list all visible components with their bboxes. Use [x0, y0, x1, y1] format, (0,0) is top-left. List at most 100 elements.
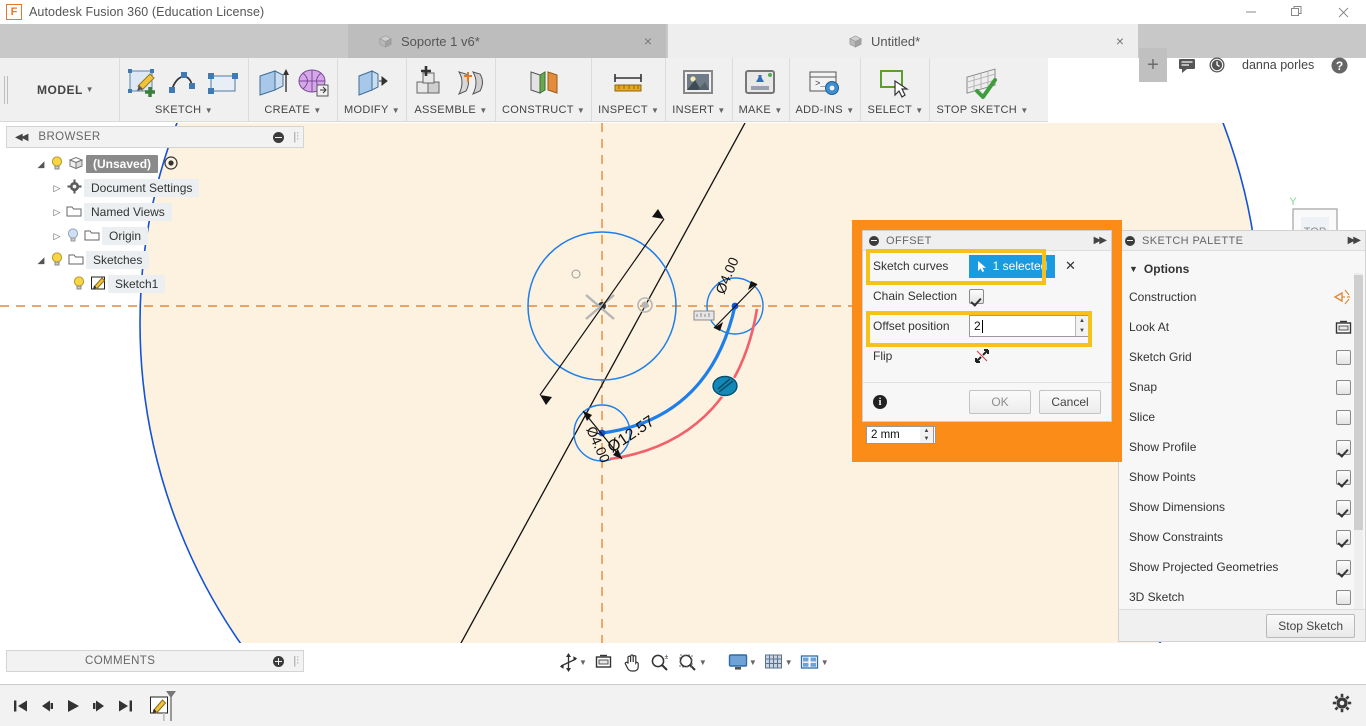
- select-icon[interactable]: [877, 66, 913, 102]
- insert-image-icon[interactable]: [681, 66, 717, 102]
- close-icon[interactable]: [1320, 0, 1366, 24]
- palette-row-slice[interactable]: Slice: [1119, 402, 1365, 432]
- offset-row-flip[interactable]: Flip: [863, 341, 1111, 371]
- info-icon[interactable]: i: [873, 395, 887, 409]
- zoom-button[interactable]: ±: [647, 649, 673, 675]
- ribbon-group-label[interactable]: STOP SKETCH ▼: [936, 104, 1028, 116]
- stop-sketch-button[interactable]: Stop Sketch: [1266, 613, 1355, 638]
- help-icon[interactable]: ?: [1324, 48, 1354, 82]
- panel-grip-icon[interactable]: |⫶: [293, 655, 299, 668]
- new-component-icon[interactable]: [413, 66, 449, 102]
- light-bulb-icon[interactable]: [70, 275, 88, 293]
- viewports-button[interactable]: ▼: [797, 649, 831, 675]
- collapse-arrow-icon[interactable]: ▷: [50, 183, 64, 194]
- minimize-icon[interactable]: [1228, 0, 1274, 24]
- palette-row-construction[interactable]: Construction: [1119, 282, 1365, 312]
- collapse-arrow-icon[interactable]: ▷: [50, 231, 64, 242]
- measure-icon[interactable]: [611, 66, 647, 102]
- palette-row-3d-sketch[interactable]: 3D Sketch: [1119, 582, 1365, 612]
- flip-arrows-icon[interactable]: [969, 348, 995, 364]
- chevron-down-icon[interactable]: ▼: [579, 658, 587, 667]
- add-comment-icon[interactable]: [273, 655, 285, 667]
- minimize-panel-icon[interactable]: [273, 131, 285, 143]
- palette-section-options[interactable]: ▼ Options: [1119, 257, 1365, 282]
- ribbon-group-label[interactable]: MODIFY ▼: [344, 104, 400, 116]
- double-right-arrow-icon[interactable]: ▶▶: [1094, 235, 1107, 246]
- ribbon-group-label[interactable]: MAKE ▼: [739, 104, 783, 116]
- create-sketch-icon[interactable]: [126, 66, 162, 102]
- ribbon-grip[interactable]: [0, 58, 12, 121]
- palette-scrollbar-thumb[interactable]: [1354, 275, 1363, 530]
- ribbon-group-label[interactable]: SELECT ▼: [867, 104, 923, 116]
- light-bulb-icon[interactable]: [64, 227, 82, 245]
- expand-arrow-icon[interactable]: ◢: [34, 255, 48, 266]
- collapse-arrow-icon[interactable]: ▷: [50, 207, 64, 218]
- ribbon-group-label[interactable]: SKETCH ▼: [155, 104, 213, 116]
- stepper-down-icon[interactable]: ▼: [1076, 326, 1088, 336]
- stop-sketch-icon[interactable]: [964, 66, 1000, 102]
- tree-node-document-settings[interactable]: ▷ Document Settings: [10, 176, 305, 200]
- palette-row-look-at[interactable]: Look At: [1119, 312, 1365, 342]
- tree-node-origin[interactable]: ▷ Origin: [10, 224, 305, 248]
- palette-row-show-profile[interactable]: Show Profile: [1119, 432, 1365, 462]
- close-icon[interactable]: ×: [1112, 33, 1128, 49]
- document-tab-untitled[interactable]: Untitled* ×: [668, 24, 1138, 58]
- grid-snap-button[interactable]: ▼: [761, 649, 795, 675]
- look-at-button[interactable]: [591, 649, 617, 675]
- user-name[interactable]: danna porles: [1242, 58, 1314, 72]
- construct-plane-icon[interactable]: [526, 66, 562, 102]
- workspace-selector[interactable]: MODEL ▼: [12, 58, 120, 121]
- zoom-window-button[interactable]: ▼: [675, 649, 709, 675]
- panel-grip-icon[interactable]: |⫶: [293, 131, 299, 144]
- scripts-addins-icon[interactable]: >_: [807, 66, 843, 102]
- offset-position-stepper[interactable]: ▲ ▼: [1075, 316, 1088, 336]
- pan-button[interactable]: [619, 649, 645, 675]
- double-left-arrow-icon[interactable]: ◀◀: [15, 132, 28, 143]
- spline-icon[interactable]: [166, 66, 202, 102]
- palette-row-show-constraints[interactable]: Show Constraints: [1119, 522, 1365, 552]
- dialog-collapse-icon[interactable]: [1125, 235, 1135, 246]
- cancel-button[interactable]: Cancel: [1039, 390, 1101, 414]
- ok-button[interactable]: OK: [969, 390, 1031, 414]
- stepper-up-icon[interactable]: ▲: [1076, 316, 1088, 326]
- chevron-down-icon[interactable]: ▼: [699, 658, 707, 667]
- tree-node-named-views[interactable]: ▷ Named Views: [10, 200, 305, 224]
- chevron-down-icon[interactable]: ▼: [821, 658, 829, 667]
- chat-icon[interactable]: [1172, 48, 1202, 82]
- restore-icon[interactable]: [1274, 0, 1320, 24]
- offset-row-chain-selection[interactable]: Chain Selection: [863, 281, 1111, 311]
- palette-row-snap[interactable]: Snap: [1119, 372, 1365, 402]
- light-bulb-icon[interactable]: [48, 155, 66, 173]
- press-pull-icon[interactable]: [354, 66, 390, 102]
- orbit-button[interactable]: ▼: [555, 649, 589, 675]
- extrude-icon[interactable]: [255, 66, 291, 102]
- timeline-feature-sketch1[interactable]: [150, 690, 176, 721]
- skip-to-beginning-icon[interactable]: [8, 691, 34, 721]
- step-back-icon[interactable]: [34, 691, 60, 721]
- ribbon-group-label[interactable]: INSERT ▼: [672, 104, 725, 116]
- chevron-down-icon[interactable]: ▼: [749, 658, 757, 667]
- display-settings-button[interactable]: ▼: [725, 649, 759, 675]
- ribbon-group-label[interactable]: ASSEMBLE ▼: [414, 104, 487, 116]
- ribbon-group-label[interactable]: INSPECT ▼: [598, 104, 659, 116]
- ribbon-group-label[interactable]: CREATE ▼: [264, 104, 321, 116]
- stepper-up-icon[interactable]: ▲: [920, 427, 933, 435]
- stepper-down-icon[interactable]: ▼: [920, 435, 933, 443]
- palette-row-show-points[interactable]: Show Points: [1119, 462, 1365, 492]
- expand-arrow-icon[interactable]: ◢: [34, 159, 48, 170]
- chevron-down-icon[interactable]: ▼: [785, 658, 793, 667]
- rectangle-icon[interactable]: [206, 66, 242, 102]
- revolve-icon[interactable]: [295, 66, 331, 102]
- target-icon[interactable]: [164, 155, 178, 173]
- dialog-collapse-icon[interactable]: [869, 235, 879, 246]
- skip-to-end-icon[interactable]: [112, 691, 138, 721]
- inline-dimension-stepper[interactable]: ▲ ▼: [920, 426, 934, 444]
- tree-node-sketch1[interactable]: Sketch1: [10, 272, 305, 296]
- new-tab-button[interactable]: +: [1139, 48, 1167, 82]
- close-icon[interactable]: ×: [640, 33, 656, 49]
- sketch-curves-select-button[interactable]: 1 selected: [969, 254, 1055, 278]
- joint-icon[interactable]: [453, 66, 489, 102]
- play-icon[interactable]: [60, 691, 86, 721]
- gear-icon[interactable]: [1332, 693, 1352, 718]
- palette-row-show-projected-geometries[interactable]: Show Projected Geometries: [1119, 552, 1365, 582]
